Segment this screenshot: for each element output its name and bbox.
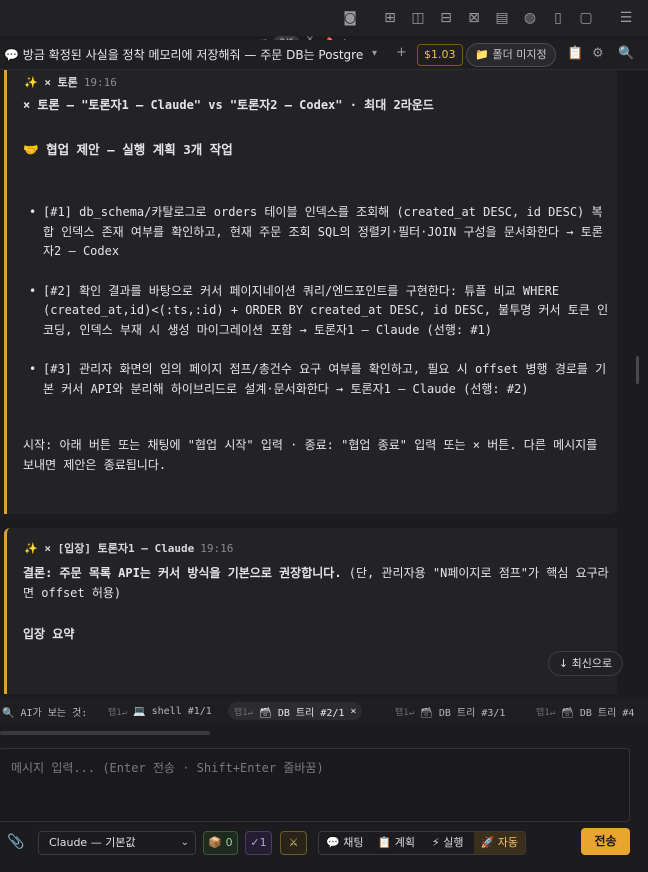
window-icon[interactable]: ▢ — [577, 9, 595, 27]
message-author: ✨ × 토론 — [24, 76, 78, 89]
horizontal-scrollbar[interactable] — [0, 731, 210, 735]
box-count-badge[interactable]: 📦 0 — [203, 831, 238, 855]
new-session-button[interactable]: + — [396, 45, 407, 60]
list-item: [#3] 관리자 화면의 임의 페이지 점프/총건수 요구 여부를 확인하고, … — [23, 360, 613, 399]
context-tab-shell[interactable]: 탭1↵ 💻 shell #1/1 — [108, 702, 212, 720]
split-horizontal-icon[interactable]: ⊟ — [437, 9, 455, 27]
globe-icon[interactable]: ◍ — [521, 9, 539, 27]
message-header: ✨ × 토론 19:16 — [24, 74, 117, 90]
search-icon[interactable]: 🔍 — [618, 46, 634, 61]
mode-chat-button[interactable]: 💬 채팅 — [319, 832, 371, 854]
model-select[interactable]: Claude — 기본값 ⌄ — [38, 831, 196, 855]
conclusion-text: 결론: 주문 목록 API는 커서 방식을 기본으로 권장합니다. (단, 관리… — [23, 564, 611, 603]
conclusion-bold: 결론: 주문 목록 API는 커서 방식을 기본으로 권장합니다. — [23, 566, 342, 580]
tab-label: 🗃 DB 트리 #2/1 — [259, 707, 345, 719]
context-tab-db-tree-3[interactable]: 탭1↵ 🗃 DB 트리 #3/1 — [395, 702, 505, 720]
folder-button[interactable]: 📁 폴더 미지정 — [466, 43, 556, 67]
cost-badge: $1.03 — [417, 44, 463, 66]
tab-tag: 탭1↵ — [536, 707, 556, 718]
session-title-text: 방금 확정된 사실을 정착 메모리에 저장해줘 — 주문 DB는 Postgre — [22, 48, 364, 62]
session-title[interactable]: 💬 방금 확정된 사실을 정착 메모리에 저장해줘 — 주문 DB는 Postg… — [4, 46, 376, 63]
message-input[interactable]: 메시지 입력... (Enter 전송 · Shift+Enter 줄바꿈) — [0, 748, 630, 822]
ai-context-bar: 🔍 AI가 보는 것: 탭1↵ 💻 shell #1/1 탭1↵ 🗃 DB 트리… — [0, 698, 648, 724]
menu-icon[interactable]: ☰ — [617, 9, 635, 27]
paperclip-icon[interactable]: 📎 — [4, 831, 28, 855]
mode-selector: 💬 채팅 📋 계획 ⚡ 실행 🚀 자동 — [318, 831, 526, 855]
split-vertical-icon[interactable]: ◫ — [409, 9, 427, 27]
scrollbar[interactable] — [636, 356, 639, 384]
top-toolbar: ◙ ⊞ ◫ ⊟ ⊠ ▤ ◍ ▯ ▢ ☰ — [0, 0, 648, 36]
message-list[interactable]: ✨ × 토론 19:16 × 토론 — "토론자1 — Claude" vs "토… — [0, 70, 648, 694]
tab-label: 🗃 DB 트리 #3/1 — [420, 707, 506, 719]
gear-icon[interactable]: ⚙ — [592, 46, 604, 61]
swords-icon[interactable]: ⚔ — [280, 831, 307, 855]
debate-intro: × 토론 — "토론자1 — Claude" vs "토론자2 — Codex"… — [23, 98, 434, 112]
list-item: [#1] db_schema/카탈로그로 orders 테이블 인덱스를 조회해… — [23, 203, 613, 262]
subtitle-icon[interactable]: ▤ — [493, 9, 511, 27]
message-time: 19:16 — [83, 76, 117, 89]
add-panel-icon[interactable]: ⊞ — [381, 9, 399, 27]
tab-tag: 탭1↵ — [395, 707, 415, 718]
close-icon[interactable]: × — [350, 706, 356, 717]
context-tab-db-tree-2[interactable]: 탭1↵ 🗃 DB 트리 #2/1 × — [228, 702, 363, 720]
camera-icon[interactable]: ◙ — [341, 9, 359, 27]
task-list: [#1] db_schema/카탈로그로 orders 테이블 인덱스를 조회해… — [23, 203, 613, 419]
model-select-value: Claude — 기본값 — [49, 836, 136, 849]
tab-tag: 탭1↵ — [108, 707, 128, 718]
mode-plan-button[interactable]: 📋 계획 — [371, 832, 423, 854]
proposal-footer: 시작: 아래 버튼 또는 채팅에 "협업 시작" 입력 · 종료: "협업 종료… — [23, 438, 598, 472]
chevron-down-icon: ⌄ — [180, 837, 189, 848]
mode-auto-button[interactable]: 🚀 자동 — [473, 832, 525, 854]
stance-summary-heading: 입장 요약 — [23, 627, 75, 641]
list-item: [#2] 확인 결과를 바탕으로 커서 페이지네이션 쿼리/엔드포인트를 구현한… — [23, 282, 613, 341]
context-tab-db-tree-4[interactable]: 탭1↵ 🗃 DB 트리 #4 — [536, 702, 634, 720]
send-button[interactable]: 전송 — [581, 828, 630, 855]
notes-icon[interactable]: 📋 — [567, 46, 583, 61]
close-panel-icon[interactable]: ⊠ — [465, 9, 483, 27]
chat-bubble-icon: 💬 — [4, 48, 19, 62]
message-header: ✨ × [입장] 토론자1 — Claude 19:16 — [24, 540, 233, 556]
scroll-latest-button[interactable]: ↓ 최신으로 — [548, 651, 623, 676]
message-card: ✨ × [입장] 토론자1 — Claude 19:16 결론: 주문 목록 AP… — [4, 528, 617, 694]
chevron-down-icon[interactable]: ▾ — [372, 48, 377, 59]
message-card: ✨ × 토론 19:16 × 토론 — "토론자1 — Claude" vs "토… — [4, 70, 617, 514]
message-author: ✨ × [입장] 토론자1 — Claude — [24, 542, 195, 555]
check-count-badge[interactable]: ✓1 — [245, 831, 272, 855]
tab-label: 💻 shell #1/1 — [133, 705, 212, 717]
bookmark-icon[interactable]: ▯ — [549, 9, 567, 27]
ai-context-label: 🔍 AI가 보는 것: — [2, 707, 88, 719]
tab-tag: 탭1↵ — [234, 707, 254, 718]
composer-controls: 📎 Claude — 기본값 ⌄ 📦 0 ✓1 ⚔ 💬 채팅 📋 계획 ⚡ 실행… — [0, 828, 648, 858]
message-time: 19:16 — [200, 542, 234, 555]
tab-label: 🗃 DB 트리 #4 — [561, 707, 635, 719]
session-header: 💬 방금 확정된 사실을 정착 메모리에 저장해줘 — 주문 DB는 Postg… — [0, 40, 648, 70]
proposal-heading: 🤝 협업 제안 — 실행 계획 3개 작업 — [23, 142, 233, 157]
mode-execute-button[interactable]: ⚡ 실행 — [422, 832, 474, 854]
